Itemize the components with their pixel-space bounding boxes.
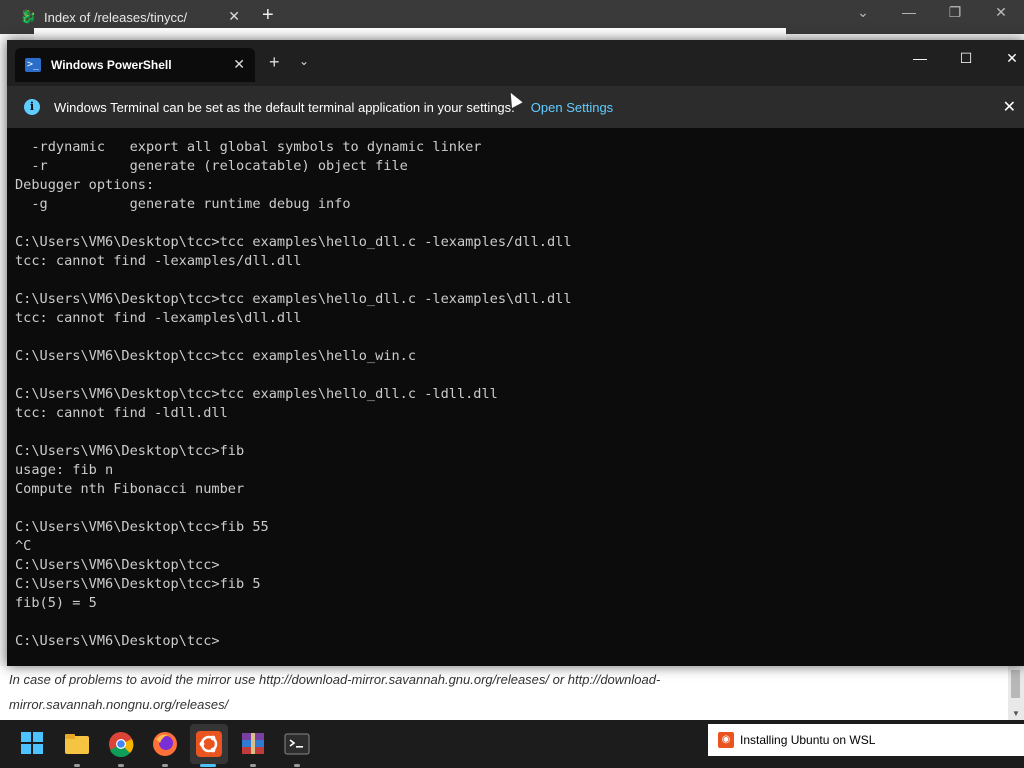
- close-window-icon[interactable]: ✕: [989, 50, 1024, 67]
- terminal-line: -g generate runtime debug info: [15, 196, 351, 212]
- terminal-line: C:\Users\VM6\Desktop\tcc>tcc examples\he…: [15, 348, 417, 364]
- notification-text: Installing Ubuntu on WSL: [740, 733, 876, 747]
- windows-start-icon[interactable]: [20, 731, 44, 755]
- terminal-line: C:\Users\VM6\Desktop\tcc>tcc examples\he…: [15, 386, 498, 402]
- close-tab-icon[interactable]: ✕: [228, 8, 240, 25]
- chrome-icon[interactable]: [108, 731, 134, 758]
- browser-tab[interactable]: 🐉 Index of /releases/tinycc/ ✕: [12, 4, 248, 30]
- favicon-icon: 🐉: [20, 9, 37, 24]
- close-window-icon[interactable]: ✕: [978, 4, 1024, 21]
- minimize-icon[interactable]: —: [886, 4, 932, 20]
- ubuntu-icon[interactable]: [196, 731, 222, 757]
- page-text-line: mirror.savannah.nongnu.org/releases/: [9, 697, 229, 712]
- terminal-line: C:\Users\VM6\Desktop\tcc>fib 5: [15, 576, 261, 592]
- terminal-output[interactable]: -rdynamic export all global symbols to d…: [15, 138, 1015, 660]
- terminal-window: >_ Windows PowerShell ✕ + ⌄ — ☐ ✕ i Wind…: [7, 40, 1024, 666]
- running-indicator: [118, 764, 124, 767]
- page-scrollbar[interactable]: ▼: [1008, 666, 1024, 720]
- open-settings-link[interactable]: Open Settings: [531, 100, 613, 115]
- maximize-icon[interactable]: ☐: [943, 50, 989, 67]
- active-indicator: [200, 764, 216, 767]
- firefox-icon[interactable]: [152, 731, 178, 757]
- notification-toast[interactable]: ◉ Installing Ubuntu on WSL: [708, 724, 1024, 756]
- ubuntu-icon: ◉: [718, 732, 734, 748]
- terminal-line: C:\Users\VM6\Desktop\tcc>: [15, 633, 220, 649]
- browser-tab-title: Index of /releases/tinycc/: [44, 9, 188, 25]
- page-text-line: In case of problems to avoid the mirror …: [9, 672, 661, 687]
- terminal-line: ^C: [15, 538, 32, 554]
- running-indicator: [250, 764, 256, 767]
- page-content: In case of problems to avoid the mirror …: [0, 666, 1012, 720]
- terminal-line: Compute nth Fibonacci number: [15, 481, 245, 497]
- terminal-line: tcc: cannot find -lexamples/dll.dll: [15, 253, 302, 269]
- terminal-line: C:\Users\VM6\Desktop\tcc>: [15, 557, 220, 573]
- scrollbar-thumb[interactable]: [1011, 670, 1020, 698]
- running-indicator: [162, 764, 168, 767]
- terminal-line: -rdynamic export all global symbols to d…: [15, 139, 482, 155]
- winrar-icon[interactable]: [240, 731, 266, 757]
- file-explorer-icon[interactable]: [64, 731, 90, 757]
- terminal-line: C:\Users\VM6\Desktop\tcc>fib: [15, 443, 245, 459]
- minimize-icon[interactable]: —: [897, 50, 943, 66]
- terminal-tab-bar: >_ Windows PowerShell ✕ + ⌄ — ☐ ✕: [7, 40, 1024, 86]
- powershell-icon: >_: [25, 58, 41, 72]
- terminal-tab-title: Windows PowerShell: [51, 58, 172, 72]
- terminal-line: tcc: cannot find -lexamples\dll.dll: [15, 310, 302, 326]
- info-message: Windows Terminal can be set as the defau…: [54, 99, 515, 115]
- tab-list-chevron-icon[interactable]: ⌄: [840, 4, 886, 21]
- terminal-icon[interactable]: [284, 731, 310, 757]
- terminal-line: fib(5) = 5: [15, 595, 97, 611]
- running-indicator: [74, 764, 80, 767]
- close-icon[interactable]: ✕: [1003, 97, 1016, 117]
- terminal-line: usage: fib n: [15, 462, 114, 478]
- terminal-line: C:\Users\VM6\Desktop\tcc>tcc examples\he…: [15, 291, 572, 307]
- terminal-tab[interactable]: >_ Windows PowerShell ✕: [15, 48, 255, 82]
- new-tab-button[interactable]: +: [262, 4, 274, 27]
- info-icon: i: [24, 99, 40, 115]
- restore-icon[interactable]: ❐: [932, 4, 978, 21]
- close-tab-icon[interactable]: ✕: [233, 56, 245, 73]
- chevron-down-icon[interactable]: ⌄: [299, 54, 309, 68]
- scroll-down-arrow-icon[interactable]: ▼: [1012, 709, 1020, 718]
- terminal-line: C:\Users\VM6\Desktop\tcc>fib 55: [15, 519, 269, 535]
- terminal-line: -r generate (relocatable) object file: [15, 158, 408, 174]
- terminal-line: tcc: cannot find -ldll.dll: [15, 405, 228, 421]
- terminal-line: Debugger options:: [15, 177, 155, 193]
- new-tab-button[interactable]: +: [269, 52, 280, 73]
- terminal-line: C:\Users\VM6\Desktop\tcc>tcc examples\he…: [15, 234, 572, 250]
- running-indicator: [294, 764, 300, 767]
